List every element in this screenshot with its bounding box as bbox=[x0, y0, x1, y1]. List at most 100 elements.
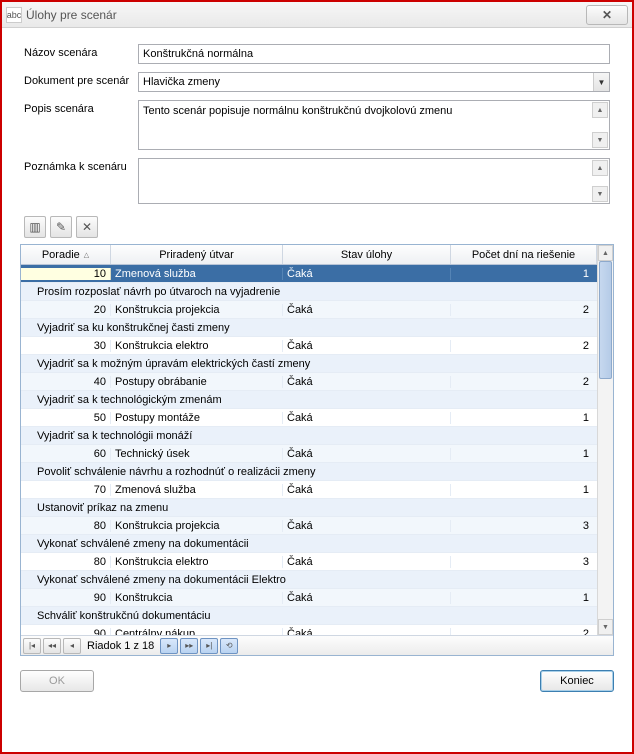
cell-dni: 3 bbox=[451, 556, 597, 568]
cell-dni: 2 bbox=[451, 340, 597, 352]
group-row: Vykonať schválené zmeny na dokumentácii … bbox=[21, 571, 597, 589]
scrollbar-thumb[interactable] bbox=[599, 261, 612, 379]
popis-textarea[interactable]: Tento scenár popisuje normálnu konštrukč… bbox=[138, 100, 610, 150]
table-row[interactable]: 40Postupy obrábanieČaká2 bbox=[21, 373, 597, 391]
table-row[interactable]: 80Konštrukcia elektroČaká3 bbox=[21, 553, 597, 571]
cell-stav: Čaká bbox=[283, 340, 451, 352]
cell-stav: Čaká bbox=[283, 304, 451, 316]
cell-stav: Čaká bbox=[283, 592, 451, 604]
poznamka-label: Poznámka k scenáru bbox=[24, 158, 138, 173]
group-row: Vyjadriť sa k technológickým zmenám bbox=[21, 391, 597, 409]
nazov-input[interactable] bbox=[138, 44, 610, 64]
poznamka-textarea[interactable]: ▲ ▼ bbox=[138, 158, 610, 204]
cell-stav: Čaká bbox=[283, 556, 451, 568]
cell-poradie: 10 bbox=[21, 268, 111, 280]
nav-prev-page-button[interactable]: ◂◂ bbox=[43, 638, 61, 654]
table-row[interactable]: 80Konštrukcia projekciaČaká3 bbox=[21, 517, 597, 535]
popis-value: Tento scenár popisuje normálnu konštrukč… bbox=[143, 105, 452, 117]
nav-last-button[interactable]: ▸| bbox=[200, 638, 218, 654]
cell-utvar: Konštrukcia bbox=[111, 592, 283, 604]
table-row[interactable]: 20Konštrukcia projekciaČaká2 bbox=[21, 301, 597, 319]
toolbar-edit-button[interactable]: ✎ bbox=[50, 216, 72, 238]
cell-utvar: Postupy obrábanie bbox=[111, 376, 283, 388]
group-row: Vyjadriť sa ku konštrukčnej časti zmeny bbox=[21, 319, 597, 337]
group-row: Vyjadriť sa k možným úpravám elektrickýc… bbox=[21, 355, 597, 373]
col-stav[interactable]: Stav úlohy bbox=[283, 245, 451, 264]
cell-utvar: Konštrukcia projekcia bbox=[111, 304, 283, 316]
cell-stav: Čaká bbox=[283, 484, 451, 496]
toolbar-new-button[interactable]: ▥ bbox=[24, 216, 46, 238]
table-row[interactable]: 10Zmenová službaČaká1 bbox=[21, 265, 597, 283]
cell-poradie: 40 bbox=[21, 376, 111, 388]
group-row: Prosím rozposlať návrh po útvaroch na vy… bbox=[21, 283, 597, 301]
cell-poradie: 30 bbox=[21, 340, 111, 352]
row-position-label: Riadok 1 z 18 bbox=[83, 640, 158, 652]
cell-dni: 1 bbox=[451, 448, 597, 460]
cell-utvar: Zmenová služba bbox=[111, 484, 283, 496]
cell-stav: Čaká bbox=[283, 412, 451, 424]
nav-prev-button[interactable]: ◂ bbox=[63, 638, 81, 654]
cell-utvar: Centrálny nákup bbox=[111, 628, 283, 636]
scroll-up-icon[interactable]: ▲ bbox=[598, 245, 613, 261]
col-dni[interactable]: Počet dní na riešenie bbox=[451, 245, 597, 264]
cell-utvar: Postupy montáže bbox=[111, 412, 283, 424]
nav-next-page-button[interactable]: ▸▸ bbox=[180, 638, 198, 654]
table-row[interactable]: 70Zmenová službaČaká1 bbox=[21, 481, 597, 499]
toolbar-delete-button[interactable]: ✕ bbox=[76, 216, 98, 238]
cell-dni: 1 bbox=[451, 592, 597, 604]
table-row[interactable]: 30Konštrukcia elektroČaká2 bbox=[21, 337, 597, 355]
popis-label: Popis scenára bbox=[24, 100, 138, 115]
close-button[interactable]: ✕ bbox=[586, 5, 628, 25]
ok-button[interactable]: OK bbox=[20, 670, 94, 692]
cell-utvar: Konštrukcia projekcia bbox=[111, 520, 283, 532]
grid-vertical-scrollbar[interactable]: ▲ ▼ bbox=[597, 245, 613, 635]
cell-poradie: 70 bbox=[21, 484, 111, 496]
group-row: Ustanoviť príkaz na zmenu bbox=[21, 499, 597, 517]
cell-utvar: Zmenová služba bbox=[111, 268, 283, 280]
cell-utvar: Konštrukcia elektro bbox=[111, 340, 283, 352]
cell-dni: 1 bbox=[451, 412, 597, 424]
cell-stav: Čaká bbox=[283, 376, 451, 388]
col-utvar[interactable]: Priradený útvar bbox=[111, 245, 283, 264]
nav-refresh-button[interactable]: ⟲ bbox=[220, 638, 238, 654]
scroll-down-icon[interactable]: ▼ bbox=[598, 619, 613, 635]
table-row[interactable]: 50Postupy montážeČaká1 bbox=[21, 409, 597, 427]
cell-stav: Čaká bbox=[283, 520, 451, 532]
cell-poradie: 80 bbox=[21, 520, 111, 532]
nav-first-button[interactable]: |◂ bbox=[23, 638, 41, 654]
scroll-up-icon[interactable]: ▲ bbox=[592, 102, 608, 118]
dokument-label: Dokument pre scenár bbox=[24, 72, 138, 87]
cell-poradie: 50 bbox=[21, 412, 111, 424]
cell-poradie: 80 bbox=[21, 556, 111, 568]
group-row: Vyjadriť sa k technológii monáží bbox=[21, 427, 597, 445]
table-row[interactable]: 60Technický úsekČaká1 bbox=[21, 445, 597, 463]
cell-dni: 2 bbox=[451, 628, 597, 636]
cell-poradie: 90 bbox=[21, 628, 111, 636]
chevron-down-icon[interactable]: ▼ bbox=[593, 73, 609, 91]
nazov-label: Názov scenára bbox=[24, 44, 138, 59]
col-poradie[interactable]: Poradie △ bbox=[21, 245, 111, 264]
group-row: Vykonať schválené zmeny na dokumentácii bbox=[21, 535, 597, 553]
scroll-up-icon[interactable]: ▲ bbox=[592, 160, 608, 176]
cell-stav: Čaká bbox=[283, 268, 451, 280]
scroll-down-icon[interactable]: ▼ bbox=[592, 186, 608, 202]
cell-dni: 1 bbox=[451, 268, 597, 280]
table-row[interactable]: 90KonštrukciaČaká1 bbox=[21, 589, 597, 607]
window-title: Úlohy pre scenár bbox=[26, 8, 586, 22]
koniec-button[interactable]: Koniec bbox=[540, 670, 614, 692]
app-icon: abc bbox=[6, 7, 22, 23]
dokument-value: Hlavička zmeny bbox=[139, 76, 593, 88]
cell-dni: 3 bbox=[451, 520, 597, 532]
group-row: Povoliť schválenie návrhu a rozhodnúť o … bbox=[21, 463, 597, 481]
nav-next-button[interactable]: ▸ bbox=[160, 638, 178, 654]
edit-icon: ✎ bbox=[56, 220, 66, 234]
cell-poradie: 20 bbox=[21, 304, 111, 316]
tasks-grid: Poradie △ Priradený útvar Stav úlohy Poč… bbox=[20, 244, 614, 656]
scroll-down-icon[interactable]: ▼ bbox=[592, 132, 608, 148]
cell-stav: Čaká bbox=[283, 628, 451, 636]
table-row[interactable]: 90Centrálny nákupČaká2 bbox=[21, 625, 597, 635]
dokument-select[interactable]: Hlavička zmeny ▼ bbox=[138, 72, 610, 92]
cell-utvar: Konštrukcia elektro bbox=[111, 556, 283, 568]
cell-poradie: 60 bbox=[21, 448, 111, 460]
cell-stav: Čaká bbox=[283, 448, 451, 460]
